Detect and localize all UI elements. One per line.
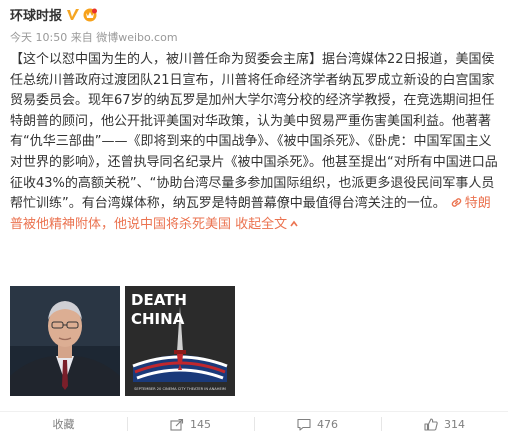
share-icon [170,418,184,431]
thumbs-up-icon [424,417,438,431]
comment-icon [297,418,311,431]
like-button[interactable]: 314 [381,412,508,436]
caret-up-icon [287,217,299,232]
post-header: 环球时报 今天 10:50 来自 微博weibo.com [10,4,500,44]
navarro-portrait[interactable] [10,286,120,396]
favorite-button[interactable]: 收藏 [0,412,127,436]
action-bar: 收藏 145 476 314 [0,411,508,436]
poster-caption: SEPTEMBER 20 CINEMA CITY THEATER IN ANAH… [134,387,226,391]
like-count: 314 [444,417,465,431]
poster-title-line1: DEATH [131,291,187,309]
source-prefix: 来自 [70,31,93,44]
comment-button[interactable]: 476 [254,412,381,436]
share-count: 145 [190,417,211,431]
share-button[interactable]: 145 [127,412,254,436]
post-source[interactable]: 微博weibo.com [96,29,177,44]
comment-count: 476 [317,417,338,431]
post-text: 【这个以怼中国为生的人，被川普任命为贸委会主席】据台湾媒体22日报道，美国侯任总… [10,50,500,235]
poster-title-line2: CHINA [131,310,185,328]
post-time[interactable]: 今天 10:50 [10,29,67,44]
collapse-label: 收起全文 [235,216,288,232]
favorite-label: 收藏 [52,418,75,431]
death-by-china-poster[interactable]: DEATH CHINA SEPTEMBER 20 CINEMA CITY THE… [125,286,235,396]
post-meta: 今天 10:50 来自 微博weibo.com [10,29,500,44]
post-body: 【这个以怼中国为生的人，被川普任命为贸委会主席】据台湾媒体22日报道，美国侯任总… [10,52,498,212]
author-row: 环球时报 [10,4,500,24]
author-name[interactable]: 环球时报 [10,5,62,24]
link-icon [450,196,463,209]
collapse-button[interactable]: 收起全文 [235,217,299,232]
vip-crown-icon[interactable] [82,7,98,22]
verified-v-icon [66,7,80,21]
